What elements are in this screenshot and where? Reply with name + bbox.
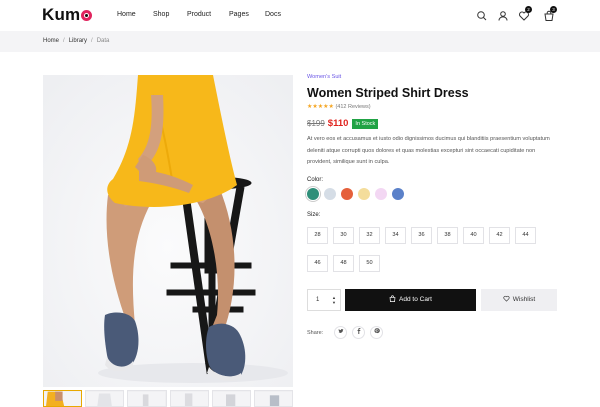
logo[interactable]: Kum <box>42 5 93 25</box>
breadcrumb-home[interactable]: Home <box>43 38 59 44</box>
product-thumbnail[interactable] <box>253 390 294 407</box>
size-option[interactable]: 30 <box>333 227 354 244</box>
product-thumbnail[interactable] <box>169 390 209 407</box>
nav-docs[interactable]: Docs <box>265 11 281 18</box>
bag-icon <box>389 295 396 302</box>
quantity-arrows-icon[interactable]: ▲ ▼ <box>332 295 336 305</box>
size-option[interactable]: 38 <box>437 227 458 244</box>
product-thumbnail[interactable] <box>127 390 167 407</box>
stock-badge: In Stock <box>352 119 379 129</box>
color-swatch[interactable] <box>392 188 404 200</box>
breadcrumb: Home / Library / Data <box>43 38 109 44</box>
size-option[interactable]: 44 <box>515 227 536 244</box>
size-option[interactable]: 46 <box>307 255 328 272</box>
pinterest-icon[interactable] <box>370 326 383 339</box>
size-option[interactable]: 50 <box>359 255 380 272</box>
user-icon[interactable] <box>497 9 509 21</box>
site-header: Kum Home Shop Product Pages Docs 2 3 <box>0 0 600 31</box>
share-label: Share: <box>307 330 324 336</box>
product-title: Women Striped Shirt Dress <box>307 86 469 100</box>
size-option[interactable]: 40 <box>463 227 484 244</box>
quantity-selector[interactable]: 1 ▲ ▼ <box>307 289 341 311</box>
breadcrumb-separator: / <box>63 38 65 44</box>
logo-text: Kum <box>42 5 81 24</box>
cart-icon[interactable]: 3 <box>543 6 557 21</box>
cart-count-badge: 3 <box>550 6 557 13</box>
current-price: $110 <box>327 118 349 129</box>
color-swatches <box>307 188 404 200</box>
breadcrumb-current: Data <box>96 38 110 44</box>
color-swatch[interactable] <box>358 188 370 200</box>
wishlist-label: Wishlist <box>512 296 536 303</box>
breadcrumb-bar: Home / Library / Data <box>0 31 600 52</box>
review-count[interactable]: (412 Reviews) <box>335 104 370 110</box>
product-thumbnails <box>43 390 294 407</box>
nav-pages[interactable]: Pages <box>229 11 249 18</box>
product-category[interactable]: Women's Suit <box>307 74 341 80</box>
product-photo <box>43 75 293 387</box>
wishlist-count-badge: 2 <box>525 6 532 13</box>
add-to-cart-label: Add to Cart <box>399 296 432 303</box>
facebook-icon[interactable] <box>352 326 365 339</box>
product-rating: ★★★★★ (412 Reviews) <box>307 103 371 110</box>
heart-icon <box>503 295 510 302</box>
wishlist-icon[interactable]: 2 <box>518 6 532 21</box>
color-swatch[interactable] <box>341 188 353 200</box>
size-option[interactable]: 48 <box>333 255 354 272</box>
rating-stars: ★★★★★ <box>307 104 334 110</box>
size-option[interactable]: 32 <box>359 227 380 244</box>
product-thumbnail[interactable] <box>43 390 83 407</box>
logo-o-mark <box>81 10 93 21</box>
color-swatch[interactable] <box>324 188 336 200</box>
twitter-icon[interactable] <box>334 326 347 339</box>
product-main-image[interactable] <box>43 75 293 387</box>
size-label: Size: <box>307 212 321 218</box>
size-option[interactable]: 34 <box>385 227 406 244</box>
nav-product[interactable]: Product <box>187 11 211 18</box>
color-swatch[interactable] <box>375 188 387 200</box>
price-row: $199 $110 In Stock <box>307 113 379 129</box>
color-label: Color: <box>307 177 324 183</box>
breadcrumb-library[interactable]: Library <box>69 38 87 44</box>
product-thumbnail[interactable] <box>85 390 125 407</box>
size-option[interactable]: 28 <box>307 227 328 244</box>
add-to-cart-button[interactable]: Add to Cart <box>345 289 476 311</box>
quantity-value: 1 <box>316 297 320 303</box>
size-option[interactable]: 42 <box>489 227 510 244</box>
size-option[interactable]: 36 <box>411 227 432 244</box>
wishlist-button[interactable]: Wishlist <box>481 289 557 311</box>
product-description: At vero eos et accusamus et iusto odio d… <box>307 136 550 165</box>
nav-home[interactable]: Home <box>117 11 136 18</box>
product-thumbnail[interactable] <box>211 390 251 407</box>
breadcrumb-separator: / <box>91 38 93 44</box>
search-icon[interactable] <box>476 9 488 21</box>
nav-shop[interactable]: Shop <box>153 11 169 18</box>
old-price: $199 <box>307 119 325 128</box>
color-swatch[interactable] <box>307 188 319 200</box>
